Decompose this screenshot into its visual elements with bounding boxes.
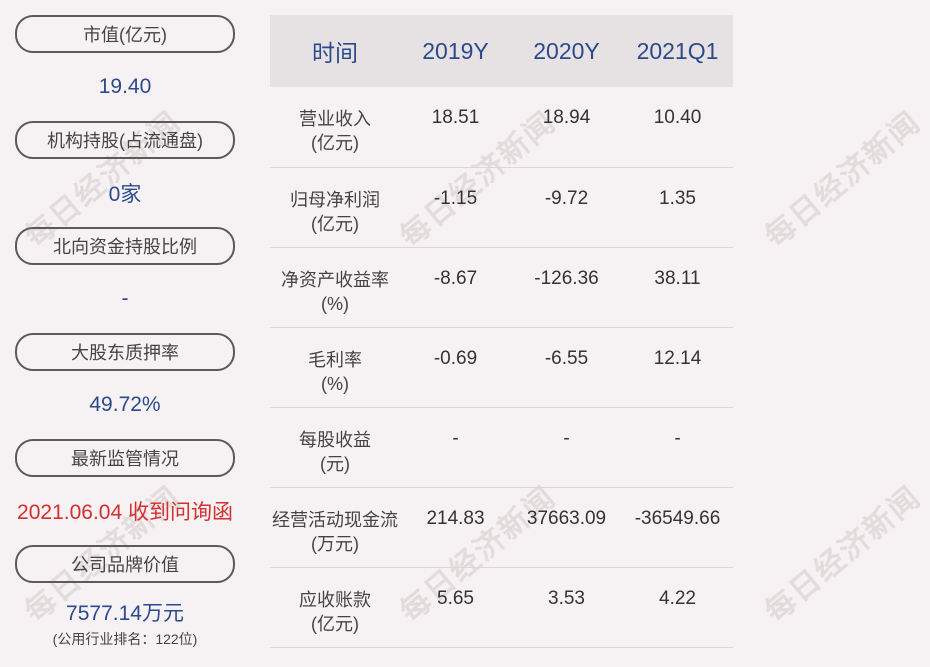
- table-cell: -36549.66: [622, 487, 733, 568]
- table-cell: -0.69: [400, 327, 511, 408]
- metric-label-brand-value: 公司品牌价值: [15, 545, 235, 583]
- row-name: 每股收益: [299, 429, 371, 450]
- metric-value-market-cap: 19.40: [98, 75, 152, 98]
- row-label: 毛利率 (%): [270, 327, 400, 408]
- financial-table: 时间 2019Y 2020Y 2021Q1 营业收入 (亿元) 18.51 18.…: [270, 15, 733, 648]
- table-cell: 10.40: [622, 87, 733, 168]
- row-name: 营业收入: [299, 109, 371, 129]
- table-row: 经营活动现金流 (万元) 214.83 37663.09 -36549.66: [270, 487, 733, 568]
- table-cell: 37663.09: [511, 487, 622, 568]
- row-name: 净资产收益率: [281, 269, 389, 290]
- row-unit: (万元): [311, 533, 359, 554]
- watermark: 每日经济新闻: [758, 479, 929, 630]
- table-row: 毛利率 (%) -0.69 -6.55 12.14: [270, 327, 733, 408]
- row-name: 毛利率: [308, 349, 362, 370]
- table-cell: -: [622, 407, 733, 488]
- table-cell: 3.53: [511, 567, 622, 648]
- row-unit: (%): [321, 373, 349, 394]
- table-cell: -8.67: [400, 247, 511, 328]
- metric-label-regulatory-status: 最新监管情况: [15, 439, 235, 477]
- table-row: 净资产收益率 (%) -8.67 -126.36 38.11: [270, 247, 733, 328]
- metric-label-institutional-holding: 机构持股(占流通盘): [15, 121, 235, 159]
- table-cell: -: [511, 407, 622, 488]
- table-cell: -6.55: [511, 327, 622, 408]
- table-row: 每股收益 (元) - - -: [270, 407, 733, 488]
- metric-value-brand-rank: (公用行业排名：122位): [52, 631, 198, 647]
- metrics-panel: 市值(亿元) 19.40 机构持股(占流通盘) 0家 北向资金持股比例 - 大股…: [15, 15, 235, 663]
- metric-value-brand-value-block: 7577.14万元 (公用行业排名：122位): [15, 583, 235, 663]
- metric-value-regulatory-status: 2021.06.04 收到问询函: [17, 501, 233, 524]
- header-2019y: 2019Y: [400, 15, 511, 87]
- header-period: 时间: [270, 15, 400, 87]
- header-2021q1: 2021Q1: [622, 15, 733, 87]
- row-name: 归母净利润: [290, 189, 380, 210]
- metric-value-pledge-ratio: 49.72%: [89, 393, 161, 416]
- watermark: 每日经济新闻: [758, 104, 929, 255]
- table-cell: 18.51: [400, 87, 511, 168]
- table-cell: -: [400, 407, 511, 488]
- table-cell: 38.11: [622, 247, 733, 328]
- row-label: 营业收入 (亿元): [270, 87, 400, 168]
- row-label: 归母净利润 (亿元): [270, 167, 400, 248]
- metric-value-institutional-holding: 0家: [108, 183, 142, 206]
- table-row: 营业收入 (亿元) 18.51 18.94 10.40: [270, 87, 733, 168]
- table-cell: -1.15: [400, 167, 511, 248]
- row-label: 每股收益 (元): [270, 407, 400, 488]
- row-unit: (亿元): [311, 613, 359, 634]
- row-unit: (亿元): [311, 133, 359, 153]
- table-header-row: 时间 2019Y 2020Y 2021Q1: [270, 15, 733, 87]
- row-label: 净资产收益率 (%): [270, 247, 400, 328]
- table-row: 归母净利润 (亿元) -1.15 -9.72 1.35: [270, 167, 733, 248]
- row-unit: (亿元): [311, 213, 359, 234]
- metric-value-brand-value: 7577.14万元: [66, 602, 184, 625]
- metric-label-market-cap: 市值(亿元): [15, 15, 235, 53]
- header-2020y: 2020Y: [511, 15, 622, 87]
- table-cell: -126.36: [511, 247, 622, 328]
- table-cell: 1.35: [622, 167, 733, 248]
- row-label: 应收账款 (亿元): [270, 567, 400, 648]
- table-cell: -9.72: [511, 167, 622, 248]
- table-cell: 12.14: [622, 327, 733, 408]
- row-unit: (%): [321, 293, 349, 314]
- metric-label-pledge-ratio: 大股东质押率: [15, 333, 235, 371]
- metric-label-northbound-ratio: 北向资金持股比例: [15, 227, 235, 265]
- table-cell: 4.22: [622, 567, 733, 648]
- table-row: 应收账款 (亿元) 5.65 3.53 4.22: [270, 567, 733, 648]
- table-cell: 18.94: [511, 87, 622, 168]
- row-name: 应收账款: [299, 589, 371, 610]
- row-name: 经营活动现金流: [272, 509, 398, 530]
- table-cell: 214.83: [400, 487, 511, 568]
- table-cell: 5.65: [400, 567, 511, 648]
- row-unit: (元): [320, 453, 350, 474]
- metric-value-northbound-ratio: -: [121, 287, 129, 310]
- row-label: 经营活动现金流 (万元): [270, 487, 400, 568]
